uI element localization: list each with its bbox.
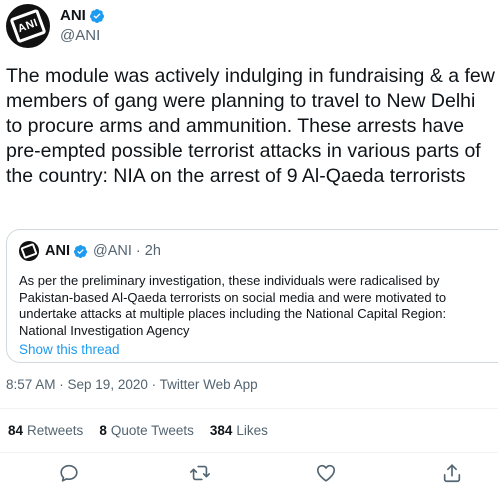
quotes-stat[interactable]: 8 Quote Tweets — [99, 423, 194, 438]
like-button[interactable] — [315, 462, 337, 484]
reply-button[interactable] — [58, 462, 80, 484]
reply-icon — [60, 464, 78, 482]
quoted-tweet-header: ANI @ANI · 2h — [19, 241, 498, 261]
retweets-count: 84 — [8, 423, 24, 438]
divider — [0, 408, 498, 409]
ani-logo-icon — [20, 242, 38, 260]
quoted-author-avatar — [19, 241, 39, 261]
author-name-row: ANI — [60, 6, 105, 26]
likes-label: Likes — [236, 423, 268, 438]
quoted-author-meta: @ANI · 2h — [92, 243, 161, 259]
tweet-timestamp[interactable]: 8:57 AM · Sep 19, 2020 · Twitter Web App — [6, 377, 258, 392]
verified-badge-icon — [73, 244, 88, 258]
tweet-text: The module was actively indulging in fun… — [6, 65, 495, 187]
retweets-label: Retweets — [27, 423, 84, 438]
retweet-button[interactable] — [189, 462, 211, 484]
heart-icon — [316, 464, 336, 482]
quoted-tweet[interactable]: ANI @ANI · 2h As per the preliminary inv… — [6, 229, 498, 363]
tweet-actions — [0, 458, 498, 488]
author-avatar[interactable]: ANI — [6, 4, 50, 48]
quotes-label: Quote Tweets — [110, 423, 194, 438]
likes-stat[interactable]: 384 Likes — [210, 423, 268, 438]
likes-count: 384 — [209, 423, 233, 438]
author-names: ANI @ANI — [60, 6, 105, 46]
ani-logo-icon: ANI — [9, 8, 47, 44]
quoted-author-name: ANI — [45, 243, 70, 259]
share-button[interactable] — [441, 462, 463, 484]
avatar-logo-text: ANI — [16, 16, 40, 36]
share-icon — [443, 464, 461, 483]
quotes-count: 8 — [99, 423, 107, 438]
show-thread-link[interactable]: Show this thread — [19, 342, 498, 357]
retweet-icon — [190, 465, 210, 481]
verified-badge-icon — [89, 9, 104, 23]
author-display-name[interactable]: ANI — [60, 6, 86, 26]
divider — [0, 452, 498, 453]
tweet-stats: 84 Retweets 8 Quote Tweets 384 Likes — [8, 423, 284, 438]
retweets-stat[interactable]: 84 Retweets — [8, 423, 83, 438]
quoted-tweet-text: As per the preliminary investigation, th… — [19, 273, 447, 338]
author-handle[interactable]: @ANI — [60, 26, 105, 46]
tweet-header: ANI ANI @ANI — [6, 4, 105, 48]
